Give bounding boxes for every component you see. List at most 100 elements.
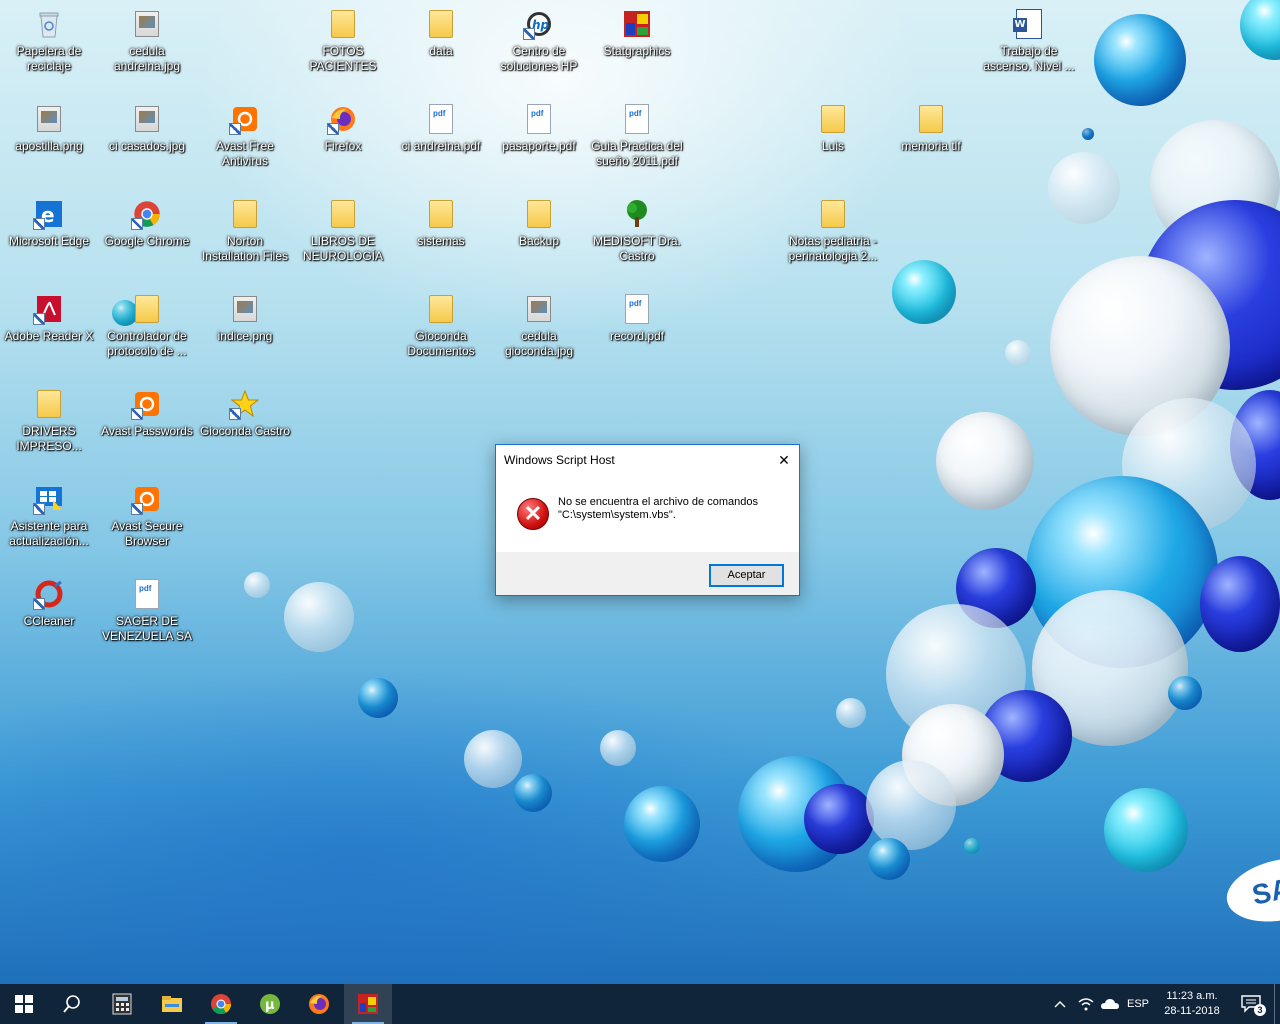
desktop-icon[interactable]: cedula andreina.jpg — [100, 8, 194, 74]
hp-icon: hp — [523, 8, 555, 40]
desktop-icon[interactable]: memoria tlf — [884, 103, 978, 154]
desktop-icon[interactable]: Avast Free Antivirus — [198, 103, 292, 169]
recycle-bin-icon — [33, 8, 65, 40]
desktop-icon[interactable]: Luis — [786, 103, 880, 154]
desktop-icon[interactable]: pdf record.pdf — [590, 293, 684, 344]
desktop-icon[interactable]: Backup — [492, 198, 586, 249]
cloud-icon — [1101, 999, 1119, 1009]
chevron-up-icon — [1054, 1001, 1066, 1008]
taskbar-chrome[interactable] — [197, 984, 245, 1024]
desktop-icon[interactable]: Google Chrome — [100, 198, 194, 249]
desktop-icon[interactable]: Gioconda Documentos — [394, 293, 488, 359]
message-line: "C:\system\system.vbs". — [558, 509, 676, 521]
taskbar-file-explorer[interactable] — [148, 984, 196, 1024]
wallpaper-bubble — [1094, 14, 1186, 106]
desktop-icon[interactable]: pdf Guia Practica del sueño 2011.pdf — [590, 103, 684, 169]
desktop-icon[interactable]: Avast Secure Browser — [100, 483, 194, 549]
shortcut-arrow-icon — [33, 598, 45, 610]
file-explorer-icon — [162, 996, 182, 1012]
network-button[interactable] — [1074, 984, 1098, 1024]
action-center-button[interactable]: 3 — [1232, 984, 1272, 1024]
desktop-icon[interactable]: FOTOS PACIENTES — [296, 8, 390, 74]
shortcut-arrow-icon — [33, 313, 45, 325]
star-icon — [229, 388, 261, 420]
clock[interactable]: 11:23 a.m. 28-11-2018 — [1156, 984, 1228, 1024]
error-icon: ✕ — [517, 498, 549, 530]
desktop-icon[interactable]: MEDISOFT Dra. Castro — [590, 198, 684, 264]
desktop-icon[interactable]: hp Centro de soluciones HP — [492, 8, 586, 74]
folder-icon — [817, 103, 849, 135]
desktop-icon[interactable]: pdf SAGER DE VENEZUELA SA — [100, 578, 194, 644]
desktop-icon[interactable]: apostilla.png — [2, 103, 96, 154]
accept-button[interactable]: Aceptar — [709, 564, 784, 587]
desktop-icon[interactable]: data — [394, 8, 488, 59]
desktop-icon[interactable]: Avast Passwords — [100, 388, 194, 439]
desktop-icon-label: DRIVERS IMPRESO... — [16, 424, 82, 453]
desktop-icon[interactable]: CCleaner — [2, 578, 96, 629]
taskbar-statgraphics[interactable] — [344, 984, 392, 1024]
pdf-file-icon: pdf — [425, 103, 457, 135]
dialog-titlebar[interactable]: Windows Script Host ✕ — [496, 445, 799, 475]
search-icon — [63, 995, 80, 1013]
edge-icon: e — [33, 198, 65, 230]
firefox-icon — [327, 103, 359, 135]
desktop-icon[interactable]: cedula gioconda.jpg — [492, 293, 586, 359]
dialog-title: Windows Script Host — [504, 453, 615, 467]
desktop-icon-label: CCleaner — [23, 614, 75, 628]
image-file-icon — [229, 293, 261, 325]
taskbar-calculator[interactable] — [98, 984, 146, 1024]
image-file-icon — [523, 293, 555, 325]
desktop-icon[interactable]: LIBROS DE NEUROLOGÍA — [296, 198, 390, 264]
folder-icon — [425, 8, 457, 40]
desktop-icon[interactable]: Firefox — [296, 103, 390, 154]
folder-icon — [425, 293, 457, 325]
show-hidden-icons-button[interactable] — [1050, 984, 1070, 1024]
desktop-icon[interactable]: Statgraphics — [590, 8, 684, 59]
clock-time: 11:23 a.m. — [1166, 990, 1218, 1002]
desktop-icon-label: Avast Secure Browser — [111, 519, 183, 548]
close-icon[interactable]: ✕ — [769, 445, 799, 475]
wallpaper-bubble — [964, 838, 980, 854]
avast-browser-icon — [131, 483, 163, 515]
start-button[interactable] — [0, 984, 48, 1024]
wallpaper-bubble — [284, 582, 354, 652]
desktop-icon-label: apostilla.png — [15, 139, 83, 153]
desktop-icon[interactable]: ci casados.jpg — [100, 103, 194, 154]
tree-icon — [621, 198, 653, 230]
windows-update-icon — [33, 483, 65, 515]
notification-count-badge: 3 — [1254, 1004, 1266, 1016]
avast-icon — [229, 103, 261, 135]
desktop-icon[interactable]: Papelera de reciclaje — [2, 8, 96, 74]
desktop-icon[interactable]: DRIVERS IMPRESO... — [2, 388, 96, 454]
shortcut-arrow-icon — [229, 123, 241, 135]
folder-icon — [915, 103, 947, 135]
desktop-icon[interactable]: Notas pediatria - perinatologia 2... — [786, 198, 880, 264]
show-desktop-divider[interactable] — [1274, 984, 1275, 1024]
desktop-icon[interactable]: e Microsoft Edge — [2, 198, 96, 249]
desktop-icon[interactable]: sistemas — [394, 198, 488, 249]
desktop-icon-label: sistemas — [417, 234, 465, 248]
search-button[interactable] — [48, 984, 96, 1024]
desktop-icon[interactable]: Adobe Reader X — [2, 293, 96, 344]
desktop-icon[interactable]: Controlador de protocolo de ... — [100, 293, 194, 359]
language-indicator[interactable]: ESP — [1124, 984, 1152, 1024]
desktop-icon[interactable]: indice.png — [198, 293, 292, 344]
desktop-icon[interactable]: pdf pasaporte.pdf — [492, 103, 586, 154]
desktop-icon[interactable]: Trabajo de ascenso. Nivel ... — [982, 8, 1076, 74]
onedrive-button[interactable] — [1098, 984, 1122, 1024]
wallpaper-bubble — [514, 774, 552, 812]
desktop-icon[interactable]: Norton Installation Files — [198, 198, 292, 264]
desktop-icon-label: Guia Practica del sueño 2011.pdf — [591, 139, 683, 168]
desktop-icon[interactable]: Asistente para actualización... — [2, 483, 96, 549]
desktop-icon[interactable]: pdf ci andreina.pdf — [394, 103, 488, 154]
wallpaper-bubble — [1200, 556, 1280, 652]
desktop-icon-label: Gioconda Documentos — [407, 329, 475, 358]
desktop-icon-label: Statgraphics — [603, 44, 671, 58]
shortcut-arrow-icon — [131, 503, 143, 515]
taskbar-firefox[interactable] — [295, 984, 343, 1024]
desktop-icon[interactable]: Gioconda Castro — [198, 388, 292, 439]
wallpaper-bubble — [624, 786, 700, 862]
wifi-icon — [1078, 998, 1094, 1011]
taskbar-utorrent[interactable]: µ — [246, 984, 294, 1024]
desktop-icon-label: Google Chrome — [104, 234, 190, 248]
